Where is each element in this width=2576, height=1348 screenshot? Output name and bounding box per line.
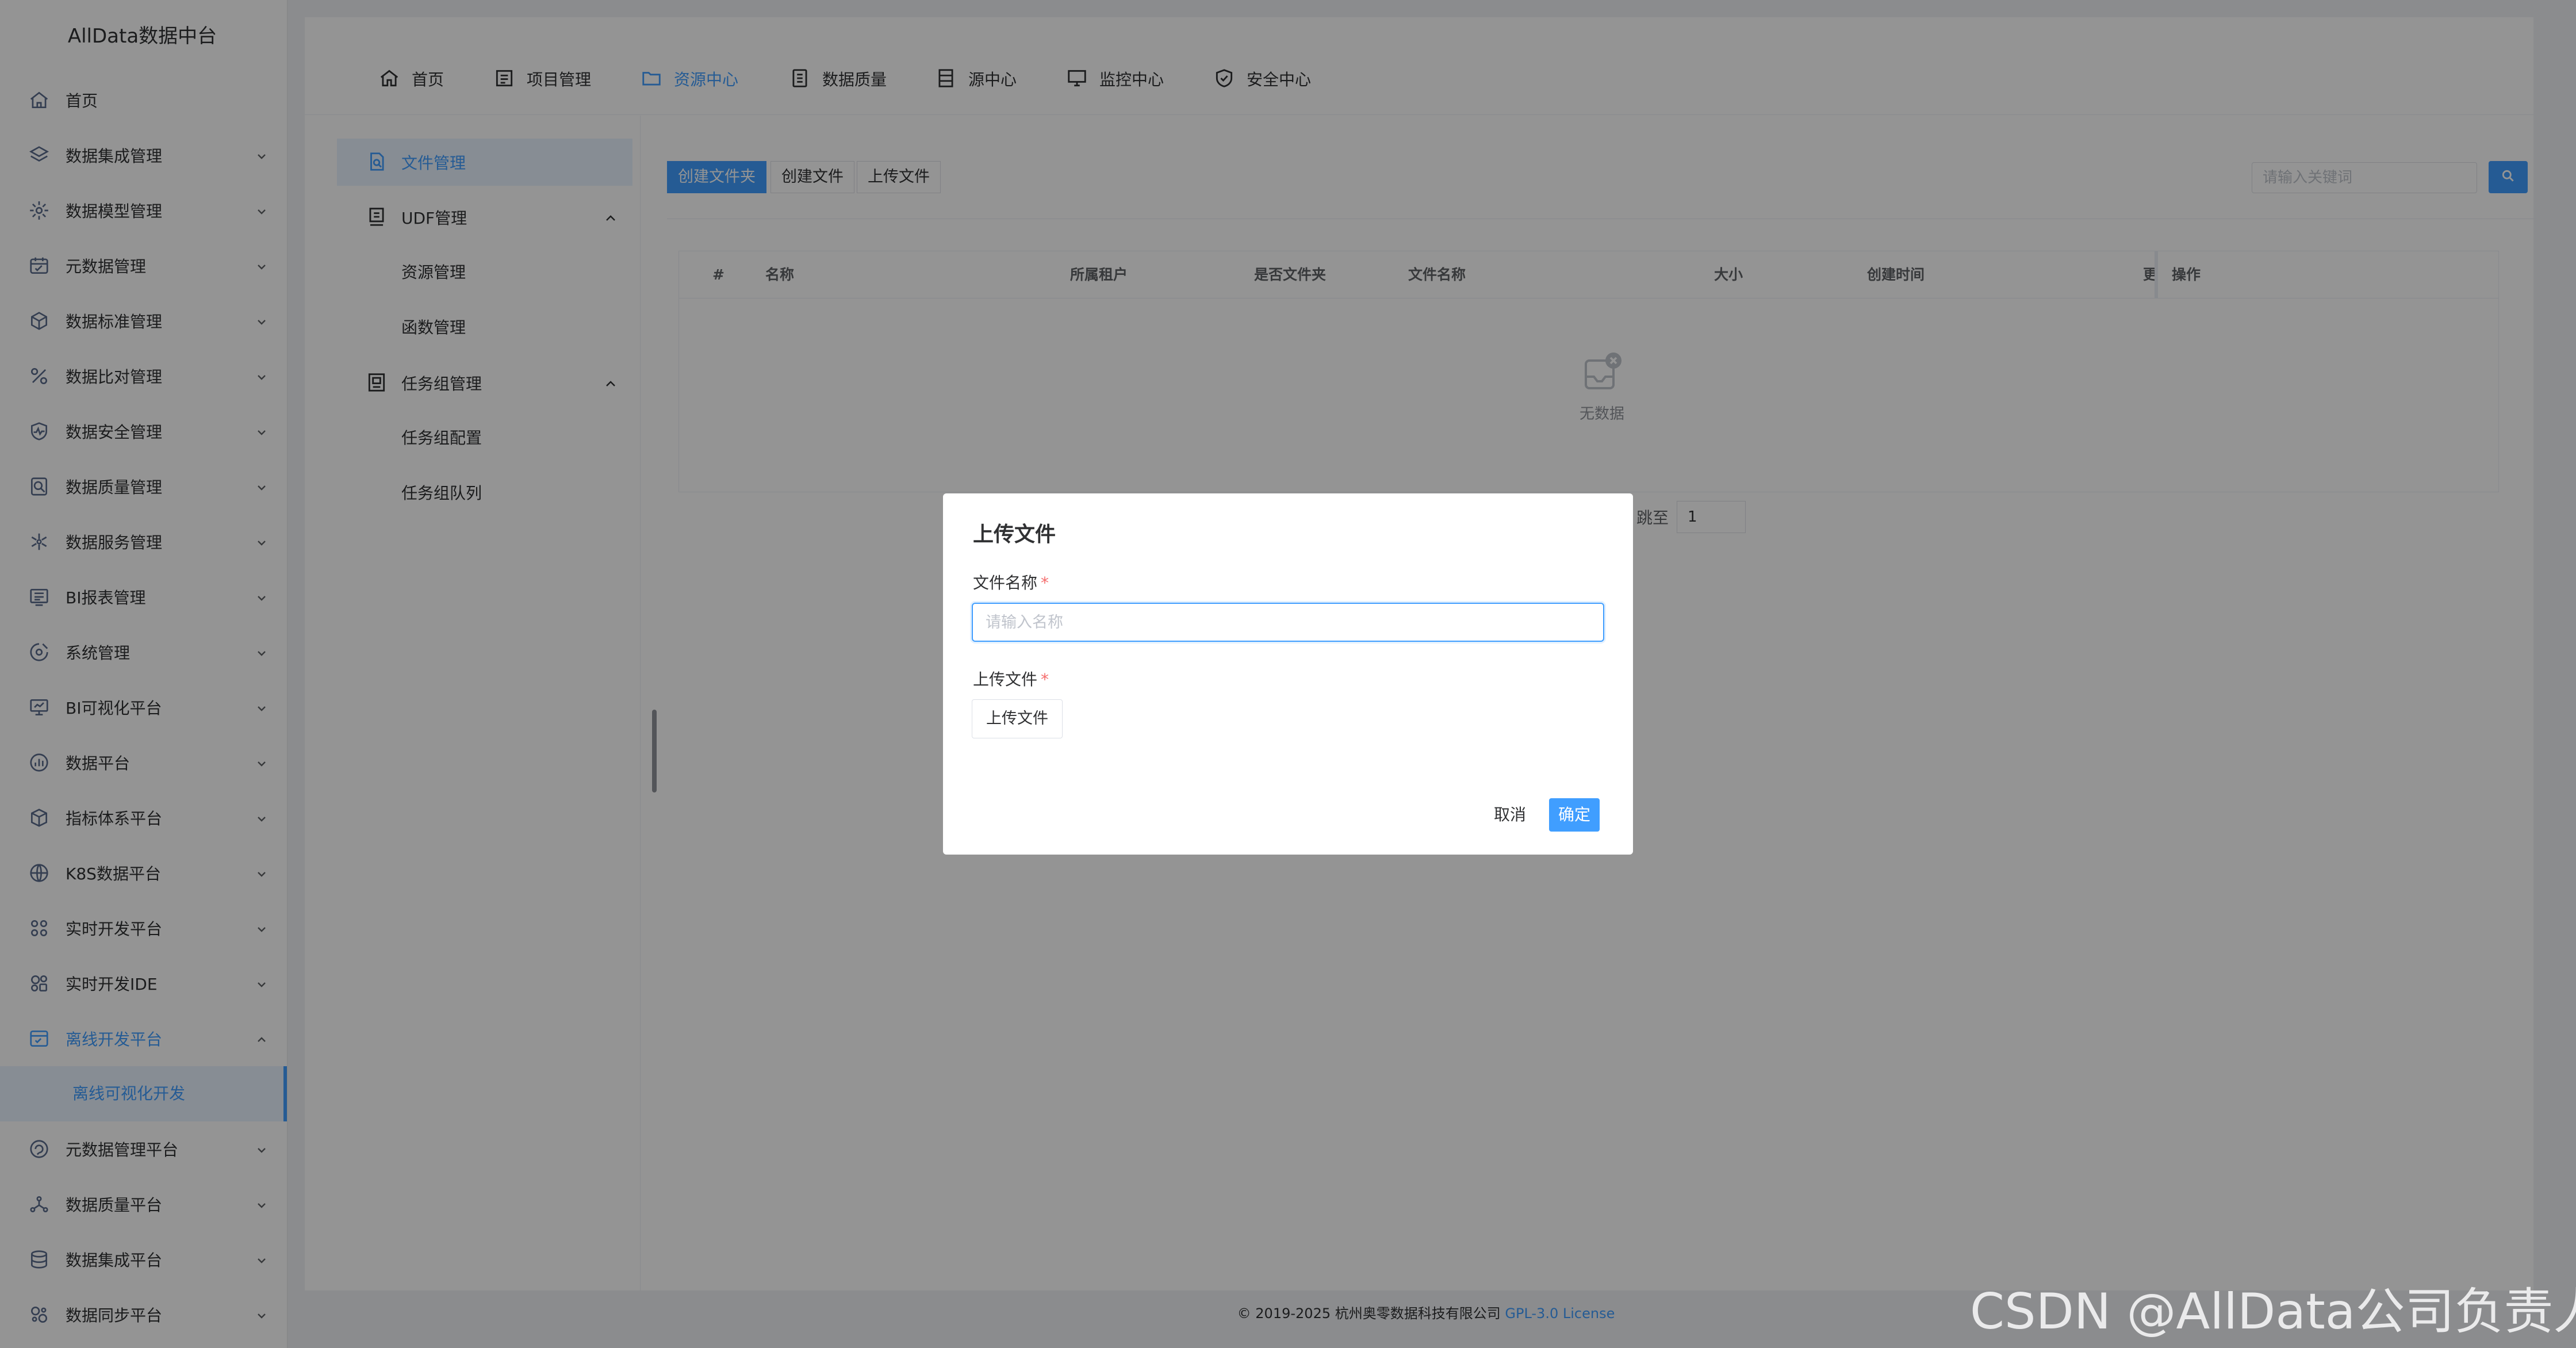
- choose-file-button[interactable]: 上传文件: [972, 699, 1063, 738]
- upload-file-label: 上传文件 *: [973, 667, 1049, 690]
- upload-file-dialog: 上传文件 文件名称* 上传文件* 上传文件 取消 确定: [943, 493, 1633, 855]
- required-mark: *: [1041, 670, 1049, 689]
- watermark: CSDN @AllData公司负责人: [1970, 1283, 2576, 1341]
- required-mark: *: [1041, 573, 1049, 592]
- file-name-input[interactable]: [972, 603, 1604, 642]
- cancel-button[interactable]: 取消: [1488, 798, 1532, 832]
- file-name-label: 文件名称 *: [973, 570, 1049, 593]
- dialog-title: 上传文件: [973, 523, 1056, 546]
- upload-file-label-text: 上传文件: [973, 670, 1038, 689]
- file-name-label-text: 文件名称: [973, 573, 1038, 592]
- confirm-button[interactable]: 确定: [1549, 798, 1600, 832]
